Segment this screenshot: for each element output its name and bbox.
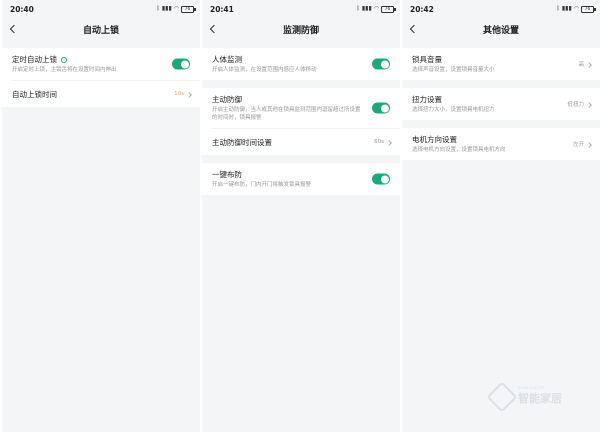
status-time: 20:40 [10,4,34,14]
screen-other-settings: 20:42 ᛒ ▮▮▮ ◠ 76 其他设置 锁具音量 选择声音设置，设置锁具音量… [402,0,600,432]
setting-subtitle: 选择声音设置，设置锁具音量大小 [412,67,495,73]
setting-subtitle: 选择扭力大小，设置锁具电机扭力 [412,107,495,113]
one-key-arm-toggle[interactable] [372,173,390,185]
chevron-right-icon [187,92,192,97]
setting-value: 低扭力 [567,102,584,108]
setting-value: 左开 [572,142,584,148]
wifi-icon: ◠ [373,5,379,12]
setting-trail: 60s [374,139,392,145]
setting-trail: 低扭力 [567,100,592,108]
settings-card: 定时自动上锁 i 开启定时上锁，主锁舌将在设置时间内伸出 自动上锁时间 10s [2,48,200,107]
page-title: 监测防御 [282,25,319,36]
setting-title-text: 定时自动上锁 [12,55,57,64]
setting-title: 电机方向设置 [412,135,457,144]
setting-subtitle: 开启定时上锁，主锁舌将在设置时间内伸出 [12,67,117,73]
toggle-knob [380,175,389,183]
setting-title: 人体监测 [212,55,242,64]
setting-subtitle: 开启人体监测，在设置范围内感应人体移动 [212,67,317,73]
settings-card: 主动防御 开启主动防御，当人或其他在锁具监测范围内逗留超过所设置的时间时，锁具报… [202,88,400,155]
setting-title: 扭力设置 [412,95,442,104]
setting-row-timed-auto-lock: 定时自动上锁 i 开启定时上锁，主锁舌将在设置时间内伸出 [2,48,200,80]
status-time: 20:41 [210,4,234,14]
setting-value: 60s [374,139,384,145]
screen-monitoring-defense: 20:41 ᛒ ▮▮▮ ◠ 76 监测防御 人体监测 开启人体监测，在设置范围内… [202,0,400,432]
settings-card: 锁具音量 选择声音设置，设置锁具音量大小 高 [402,48,600,80]
toggle-knob [180,60,189,68]
active-defense-toggle[interactable] [372,102,390,114]
bluetooth-icon: ᛒ [356,5,360,12]
watermark-text: www.znjj.tv 智能家居 [518,385,562,406]
setting-subtitle: 开启主动防御，当人或其他在锁具监测范围内逗留超过所设置的时间时，锁具报警 [212,107,361,121]
settings-card: 一键布防 开启一键布防，门内开门将触发锁具报警 [202,163,400,195]
wifi-icon: ◠ [173,5,179,12]
watermark-logo-icon [488,384,514,406]
setting-row-torque[interactable]: 扭力设置 选择扭力大小，设置锁具电机扭力 低扭力 [402,88,600,120]
watermark-brand: 智能家居 [518,391,562,405]
nav-bar: 监测防御 [202,18,400,40]
setting-title: 一键布防 [212,170,242,179]
setting-title: 自动上锁时间 [12,89,57,99]
watermark: www.znjj.tv 智能家居 [488,380,578,410]
chevron-right-icon [387,140,392,145]
status-time: 20:42 [410,4,434,14]
setting-row-auto-lock-time[interactable]: 自动上锁时间 10s [2,81,200,107]
screen-auto-lock: 20:40 ᛒ ▮▮▮ ◠ 76 自动上锁 定时自动上锁 i 开启定时上锁，主锁… [2,0,200,432]
setting-row-lock-volume[interactable]: 锁具音量 选择声音设置，设置锁具音量大小 高 [402,48,600,80]
setting-subtitle: 开启一键布防，门内开门将触发锁具报警 [212,182,312,188]
signal-icon: ▮▮▮ [361,5,372,12]
setting-value: 高 [578,62,584,68]
toggle-knob [380,104,389,112]
setting-row-active-defense-time[interactable]: 主动防御时间设置 60s [202,129,400,155]
setting-subtitle: 选择电机方向设置，设置锁具电机方向 [412,147,506,153]
battery-icon: 76 [581,5,596,13]
status-icons: ᛒ ▮▮▮ ◠ 76 [556,5,596,13]
screens-container: 20:40 ᛒ ▮▮▮ ◠ 76 自动上锁 定时自动上锁 i 开启定时上锁，主锁… [0,0,600,432]
setting-row-body-detection: 人体监测 开启人体监测，在设置范围内感应人体移动 [202,48,400,80]
status-icons: ᛒ ▮▮▮ ◠ 76 [356,5,396,13]
setting-row-motor-direction[interactable]: 电机方向设置 选择电机方向设置，设置锁具电机方向 左开 [402,128,600,160]
settings-card: 扭力设置 选择扭力大小，设置锁具电机扭力 低扭力 [402,88,600,120]
setting-title: 主动防御时间设置 [212,137,272,147]
setting-trail: 左开 [573,140,592,148]
info-icon[interactable]: i [61,56,67,63]
setting-title: 主动防御 [212,95,242,104]
signal-icon: ▮▮▮ [561,5,572,12]
page-title: 自动上锁 [82,25,119,36]
setting-trail: 高 [578,60,592,68]
bluetooth-icon: ᛒ [556,5,560,12]
setting-row-active-defense: 主动防御 开启主动防御，当人或其他在锁具监测范围内逗留超过所设置的时间时，锁具报… [202,88,400,128]
chevron-right-icon [587,62,592,67]
settings-card: 人体监测 开启人体监测，在设置范围内感应人体移动 [202,48,400,80]
setting-row-one-key-arm: 一键布防 开启一键布防，门内开门将触发锁具报警 [202,163,400,195]
wifi-icon: ◠ [573,5,579,12]
status-bar: 20:40 ᛒ ▮▮▮ ◠ 76 [2,0,200,18]
status-icons: ᛒ ▮▮▮ ◠ 76 [156,5,196,13]
setting-value: 10s [174,91,184,97]
signal-icon: ▮▮▮ [161,5,172,12]
status-bar: 20:42 ᛒ ▮▮▮ ◠ 76 [402,0,600,18]
page-title: 其他设置 [482,25,519,36]
status-bar: 20:41 ᛒ ▮▮▮ ◠ 76 [202,0,400,18]
bluetooth-icon: ᛒ [156,5,160,12]
setting-trail: 10s [174,91,192,97]
chevron-right-icon [587,102,592,107]
chevron-left-icon[interactable] [208,23,220,35]
timed-auto-lock-toggle[interactable] [172,58,190,70]
battery-icon: 76 [181,5,196,13]
setting-title: 锁具音量 [412,55,442,64]
toggle-knob [380,60,389,68]
setting-title: 定时自动上锁 i [12,54,190,65]
battery-icon: 76 [381,5,396,13]
chevron-left-icon[interactable] [8,23,20,35]
nav-bar: 其他设置 [402,18,600,40]
chevron-right-icon [587,142,592,147]
settings-card: 电机方向设置 选择电机方向设置，设置锁具电机方向 左开 [402,128,600,160]
chevron-left-icon[interactable] [408,23,420,35]
body-detection-toggle[interactable] [372,58,390,70]
nav-bar: 自动上锁 [2,18,200,40]
